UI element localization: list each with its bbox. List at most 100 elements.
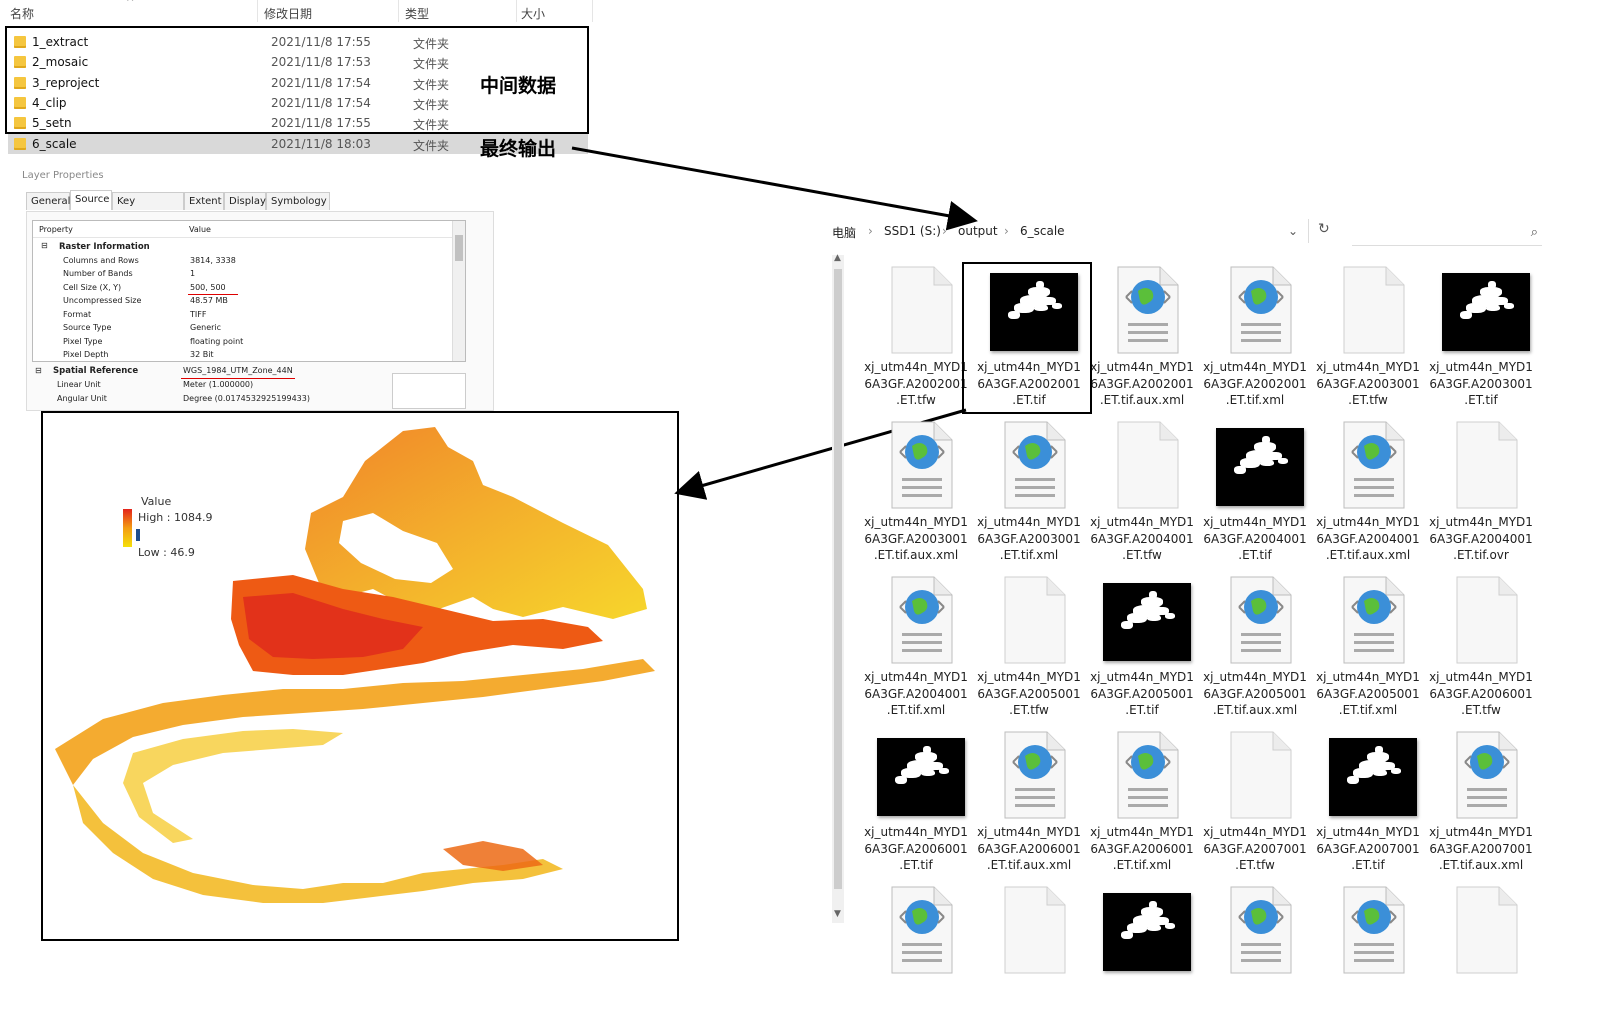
file-item-generic[interactable] xyxy=(973,883,1085,1033)
file-name-label: xj_utm44n_MYD1 6A3GF.A2007001 .ET.tfw xyxy=(1199,824,1311,874)
file-name-label: xj_utm44n_MYD1 6A3GF.A2006001 .ET.tif.xml xyxy=(1086,824,1198,874)
file-item-generic[interactable]: xj_utm44n_MYD1 6A3GF.A2006001 .ET.tfw xyxy=(1425,573,1537,723)
dropdown-chevron-icon[interactable]: ⌄ xyxy=(1288,224,1298,238)
thumbnail-speck xyxy=(1165,613,1175,619)
file-item-xml[interactable] xyxy=(1312,883,1424,1033)
thumbnail-speck xyxy=(1278,458,1288,464)
raster-thumbnail-icon xyxy=(1103,893,1191,971)
thumbnail-speck xyxy=(1347,776,1359,784)
file-item-xml[interactable]: xj_utm44n_MYD1 6A3GF.A2002001 .ET.tif.aux.… xyxy=(1086,263,1198,413)
file-item-tif[interactable]: xj_utm44n_MYD1 6A3GF.A2007001 .ET.tif xyxy=(1312,728,1424,878)
file-item-xml[interactable] xyxy=(1199,883,1311,1033)
thumbnail-speck xyxy=(939,768,949,774)
search-icon[interactable]: ⌕ xyxy=(1531,225,1538,240)
xml-document-icon xyxy=(1225,885,1295,975)
thumbnail-speck xyxy=(1373,770,1387,776)
file-name-line: xj_utm44n_MYD1 xyxy=(1203,360,1307,374)
thumbnail-speck xyxy=(1262,436,1270,444)
breadcrumb-6-scale[interactable]: 6_scale xyxy=(1020,224,1065,238)
breadcrumb-output[interactable]: output xyxy=(958,224,998,238)
explorer-scrollbar[interactable]: ▲ ▼ xyxy=(832,253,844,923)
file-item-xml[interactable]: xj_utm44n_MYD1 6A3GF.A2007001 .ET.tif.aux.… xyxy=(1425,728,1537,878)
file-item-generic[interactable]: xj_utm44n_MYD1 6A3GF.A2002001 .ET.tfw xyxy=(860,263,972,413)
file-item-tif[interactable]: xj_utm44n_MYD1 6A3GF.A2006001 .ET.tif xyxy=(860,728,972,878)
breadcrumb-ssd1[interactable]: SSD1 (S:) xyxy=(884,224,941,238)
file-name-line: xj_utm44n_MYD1 xyxy=(977,515,1081,529)
file-name-line: 6A3GF.A2006001 xyxy=(977,841,1081,856)
file-name-label: xj_utm44n_MYD1 6A3GF.A2006001 .ET.tfw xyxy=(1425,669,1537,719)
file-name-line: 6A3GF.A2002001 xyxy=(1203,376,1307,391)
blank-document-icon xyxy=(1112,420,1182,510)
file-item-generic[interactable] xyxy=(1425,883,1537,1033)
file-name-line: 6A3GF.A2004001 xyxy=(1316,531,1420,546)
file-name-label: xj_utm44n_MYD1 6A3GF.A2004001 .ET.tfw xyxy=(1086,514,1198,564)
file-name-label: xj_utm44n_MYD1 6A3GF.A2004001 .ET.tif.aux.… xyxy=(1312,514,1424,564)
file-item-generic[interactable]: xj_utm44n_MYD1 6A3GF.A2004001 .ET.tfw xyxy=(1086,418,1198,568)
xml-document-icon xyxy=(1112,730,1182,820)
file-name-line: 6A3GF.A2005001 xyxy=(1090,686,1194,701)
file-name-line: .ET.tif.aux.xml xyxy=(1325,548,1411,562)
file-item-xml[interactable]: xj_utm44n_MYD1 6A3GF.A2005001 .ET.tif.aux.… xyxy=(1199,573,1311,723)
xml-document-icon xyxy=(1451,730,1521,820)
file-name-label: xj_utm44n_MYD1 6A3GF.A2003001 .ET.tif.xml xyxy=(973,514,1085,564)
thumbnail-speck xyxy=(1149,901,1157,909)
thumbnail-speck xyxy=(1260,460,1274,466)
search-input[interactable]: ⌕ xyxy=(1352,221,1542,246)
thumbnail-speck xyxy=(921,770,935,776)
file-item-xml[interactable]: xj_utm44n_MYD1 6A3GF.A2002001 .ET.tif.xml xyxy=(1199,263,1311,413)
file-name-line: xj_utm44n_MYD1 xyxy=(1203,825,1307,839)
file-item-tif[interactable]: xj_utm44n_MYD1 6A3GF.A2005001 .ET.tif xyxy=(1086,573,1198,723)
file-name-line: 6A3GF.A2003001 xyxy=(1429,376,1533,391)
thumbnail-speck xyxy=(1375,746,1383,754)
raster-thumbnail-icon xyxy=(877,738,965,816)
file-name-line: .ET.tif xyxy=(1238,548,1272,562)
file-name-label: xj_utm44n_MYD1 6A3GF.A2005001 .ET.tif xyxy=(1086,669,1198,719)
file-item-tif[interactable]: xj_utm44n_MYD1 6A3GF.A2003001 .ET.tif xyxy=(1425,263,1537,413)
refresh-icon[interactable]: ↻ xyxy=(1318,221,1330,237)
file-item-xml[interactable]: xj_utm44n_MYD1 6A3GF.A2004001 .ET.tif.aux.… xyxy=(1312,418,1424,568)
breadcrumb-separator-icon: › xyxy=(868,224,873,238)
address-bar[interactable]: 电脑 › SSD1 (S:) › output › 6_scale ⌄ ↻ xyxy=(832,215,1340,247)
file-item-xml[interactable]: xj_utm44n_MYD1 6A3GF.A2006001 .ET.tif.xml xyxy=(1086,728,1198,878)
file-name-line: xj_utm44n_MYD1 xyxy=(864,825,968,839)
file-name-line: 6A3GF.A2005001 xyxy=(1316,686,1420,701)
file-name-line: .ET.tfw xyxy=(1461,703,1501,717)
file-item-xml[interactable]: xj_utm44n_MYD1 6A3GF.A2006001 .ET.tif.aux.… xyxy=(973,728,1085,878)
file-item-generic[interactable]: xj_utm44n_MYD1 6A3GF.A2004001 .ET.tif.ovr xyxy=(1425,418,1537,568)
file-item-xml[interactable] xyxy=(860,883,972,1033)
file-name-label: xj_utm44n_MYD1 6A3GF.A2002001 .ET.tif.xml xyxy=(1199,359,1311,409)
scroll-down-icon[interactable]: ▼ xyxy=(834,909,841,919)
file-name-label: xj_utm44n_MYD1 6A3GF.A2002001 .ET.tfw xyxy=(860,359,972,409)
file-item-xml[interactable]: xj_utm44n_MYD1 6A3GF.A2005001 .ET.tif.xml xyxy=(1312,573,1424,723)
file-name-line: xj_utm44n_MYD1 xyxy=(1429,670,1533,684)
file-name-label: xj_utm44n_MYD1 6A3GF.A2007001 .ET.tif xyxy=(1312,824,1424,874)
file-item-xml[interactable]: xj_utm44n_MYD1 6A3GF.A2003001 .ET.tif.xml xyxy=(973,418,1085,568)
thumbnail-speck xyxy=(1486,305,1500,311)
file-name-line: 6A3GF.A2004001 xyxy=(1090,531,1194,546)
blank-document-icon xyxy=(999,575,1069,665)
file-item-xml[interactable]: xj_utm44n_MYD1 6A3GF.A2003001 .ET.tif.aux.… xyxy=(860,418,972,568)
file-name-line: xj_utm44n_MYD1 xyxy=(1316,825,1420,839)
breadcrumb-pc[interactable]: 电脑 xyxy=(832,224,856,241)
file-name-line: .ET.tif.xml xyxy=(1338,703,1398,717)
file-item-generic[interactable]: xj_utm44n_MYD1 6A3GF.A2003001 .ET.tfw xyxy=(1312,263,1424,413)
scroll-up-icon[interactable]: ▲ xyxy=(834,253,841,263)
thumbnail-speck xyxy=(1460,311,1472,319)
file-name-line: .ET.tif.xml xyxy=(886,703,946,717)
file-item-tif[interactable]: xj_utm44n_MYD1 6A3GF.A2004001 .ET.tif xyxy=(1199,418,1311,568)
thumbnail-speck xyxy=(1147,925,1161,931)
file-name-line: xj_utm44n_MYD1 xyxy=(1429,360,1533,374)
file-item-tif[interactable] xyxy=(1086,883,1198,1033)
file-name-line: xj_utm44n_MYD1 xyxy=(864,670,968,684)
file-name-line: xj_utm44n_MYD1 xyxy=(1090,360,1194,374)
file-name-line: .ET.tif.aux.xml xyxy=(1438,858,1524,872)
file-name-line: xj_utm44n_MYD1 xyxy=(1316,515,1420,529)
file-name-line: .ET.tif xyxy=(899,858,933,872)
file-item-xml[interactable]: xj_utm44n_MYD1 6A3GF.A2004001 .ET.tif.xml xyxy=(860,573,972,723)
file-item-generic[interactable]: xj_utm44n_MYD1 6A3GF.A2007001 .ET.tfw xyxy=(1199,728,1311,878)
scrollbar-thumb[interactable] xyxy=(834,269,842,889)
file-name-label: xj_utm44n_MYD1 6A3GF.A2004001 .ET.tif.ovr xyxy=(1425,514,1537,564)
file-item-generic[interactable]: xj_utm44n_MYD1 6A3GF.A2005001 .ET.tfw xyxy=(973,573,1085,723)
thumbnail-speck xyxy=(1147,615,1161,621)
file-name-line: 6A3GF.A2004001 xyxy=(864,686,968,701)
